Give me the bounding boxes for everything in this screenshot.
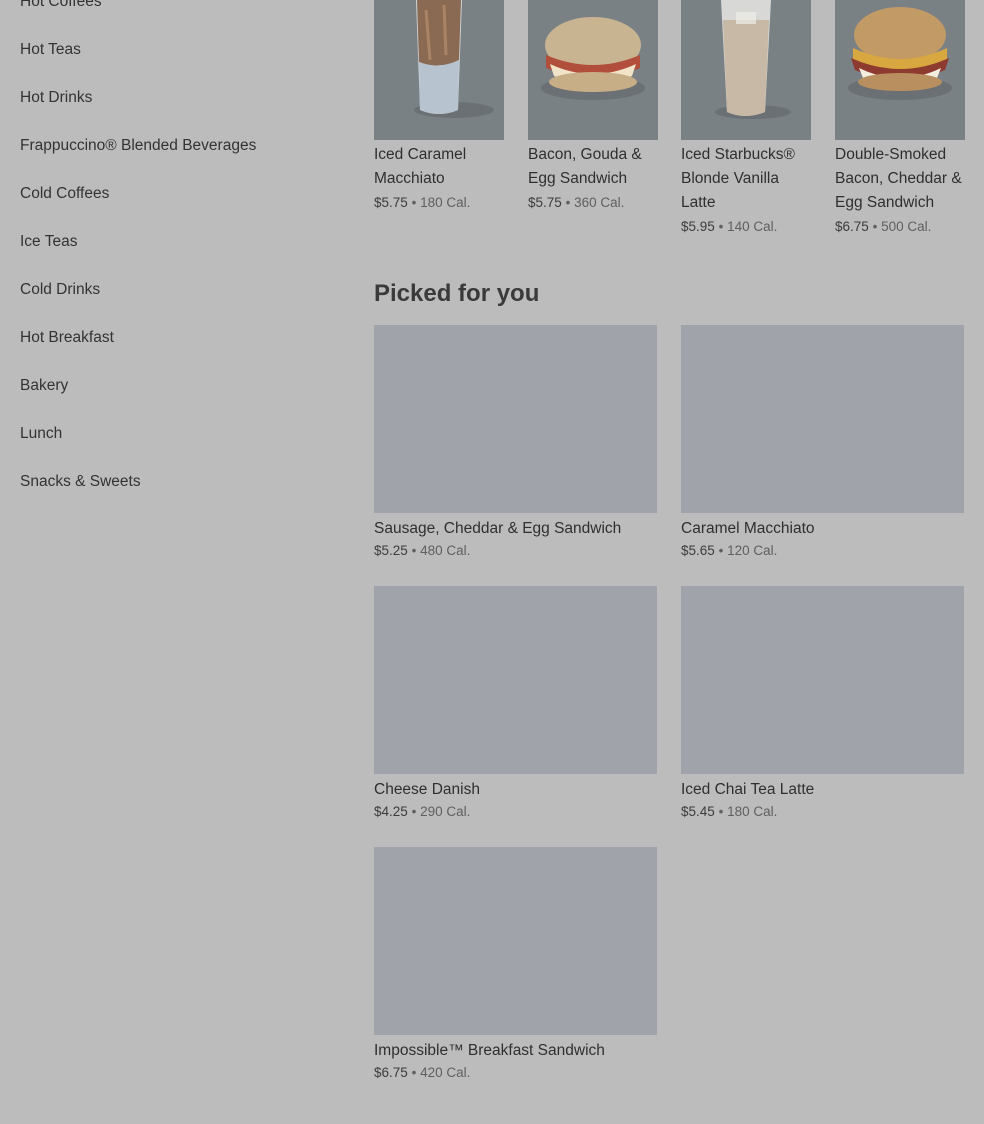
- meta-separator: •: [565, 195, 571, 210]
- item-name-line[interactable]: Egg Sandwich: [528, 167, 663, 191]
- meta-separator: •: [411, 1065, 417, 1080]
- item-calories: 420 Cal.: [420, 1065, 471, 1080]
- item-name-line[interactable]: Egg Sandwich: [835, 191, 970, 215]
- item-meta: $4.25 • 290 Cal.: [374, 804, 470, 819]
- sidebar-item-hot-breakfast[interactable]: Hot Breakfast: [20, 328, 114, 348]
- sidebar-item-cold-drinks[interactable]: Cold Drinks: [20, 280, 100, 300]
- item-price: $5.65: [681, 543, 715, 558]
- item-meta: $5.75 • 360 Cal.: [528, 195, 624, 210]
- item-name-line[interactable]: Blonde Vanilla: [681, 167, 816, 191]
- iced-blonde-vanilla-latte-image[interactable]: [681, 0, 811, 140]
- bacon-gouda-sandwich-image[interactable]: [528, 0, 658, 140]
- meta-separator: •: [872, 219, 878, 234]
- item-name-line[interactable]: Bacon, Cheddar &: [835, 167, 970, 191]
- item-price: $6.75: [835, 219, 869, 234]
- item-meta: $5.25 • 480 Cal.: [374, 543, 470, 558]
- item-meta: $5.75 • 180 Cal.: [374, 195, 470, 210]
- item-calories: 180 Cal.: [420, 195, 471, 210]
- sidebar-item-bakery[interactable]: Bakery: [20, 376, 68, 396]
- item-name-line[interactable]: Latte: [681, 191, 816, 215]
- item-calories: 480 Cal.: [420, 543, 471, 558]
- item-meta: $6.75 • 500 Cal.: [835, 219, 931, 234]
- iced-caramel-macchiato-image[interactable]: [374, 0, 504, 140]
- meta-separator: •: [411, 195, 417, 210]
- sidebar-item-cold-coffees[interactable]: Cold Coffees: [20, 184, 109, 204]
- item-name-line[interactable]: Macchiato: [374, 167, 509, 191]
- item-meta: $5.45 • 180 Cal.: [681, 804, 777, 819]
- item-price: $5.45: [681, 804, 715, 819]
- item-calories: 140 Cal.: [727, 219, 778, 234]
- item-price: $4.25: [374, 804, 408, 819]
- item-price: $5.95: [681, 219, 715, 234]
- item-name-line[interactable]: Iced Caramel: [374, 143, 509, 167]
- sidebar-item-hot-teas[interactable]: Hot Teas: [20, 40, 81, 60]
- item-meta: $6.75 • 420 Cal.: [374, 1065, 470, 1080]
- item-price: $5.25: [374, 543, 408, 558]
- double-smoked-bacon-sandwich-image[interactable]: [835, 0, 965, 140]
- item-image-placeholder[interactable]: [681, 586, 964, 774]
- item-meta: $5.95 • 140 Cal.: [681, 219, 777, 234]
- item-calories: 120 Cal.: [727, 543, 778, 558]
- item-name[interactable]: Iced Chai Tea Latte: [681, 779, 814, 801]
- item-name[interactable]: Caramel Macchiato: [681, 518, 815, 540]
- meta-separator: •: [718, 543, 724, 558]
- sidebar-item-lunch[interactable]: Lunch: [20, 424, 62, 444]
- item-image-placeholder[interactable]: [374, 847, 657, 1035]
- item-name-line[interactable]: Bacon, Gouda &: [528, 143, 663, 167]
- item-name-line[interactable]: Double-Smoked: [835, 143, 970, 167]
- meta-separator: •: [411, 543, 417, 558]
- item-name-line[interactable]: Iced Starbucks®: [681, 143, 816, 167]
- item-price: $5.75: [374, 195, 408, 210]
- item-meta: $5.65 • 120 Cal.: [681, 543, 777, 558]
- sidebar-item-hot-coffees[interactable]: Hot Coffees: [20, 0, 102, 12]
- sidebar-item-hot-drinks[interactable]: Hot Drinks: [20, 88, 92, 108]
- item-calories: 500 Cal.: [881, 219, 932, 234]
- item-name[interactable]: Sausage, Cheddar & Egg Sandwich: [374, 518, 621, 540]
- item-image-placeholder[interactable]: [374, 586, 657, 774]
- sidebar-item-snacks-sweets[interactable]: Snacks & Sweets: [20, 472, 141, 492]
- meta-separator: •: [718, 804, 724, 819]
- item-image-placeholder[interactable]: [374, 325, 657, 513]
- sidebar-item-frappuccino[interactable]: Frappuccino® Blended Beverages: [20, 136, 256, 156]
- meta-separator: •: [718, 219, 724, 234]
- item-price: $5.75: [528, 195, 562, 210]
- item-calories: 360 Cal.: [574, 195, 625, 210]
- item-image-placeholder[interactable]: [681, 325, 964, 513]
- menu-page: Hot Coffees Hot Teas Hot Drinks Frappucc…: [0, 0, 984, 1124]
- sidebar-item-ice-teas[interactable]: Ice Teas: [20, 232, 77, 252]
- item-price: $6.75: [374, 1065, 408, 1080]
- item-name[interactable]: Cheese Danish: [374, 779, 480, 801]
- item-calories: 180 Cal.: [727, 804, 778, 819]
- picked-for-you-title: Picked for you: [374, 280, 540, 307]
- meta-separator: •: [411, 804, 417, 819]
- item-calories: 290 Cal.: [420, 804, 471, 819]
- item-name[interactable]: Impossible™ Breakfast Sandwich: [374, 1040, 605, 1062]
